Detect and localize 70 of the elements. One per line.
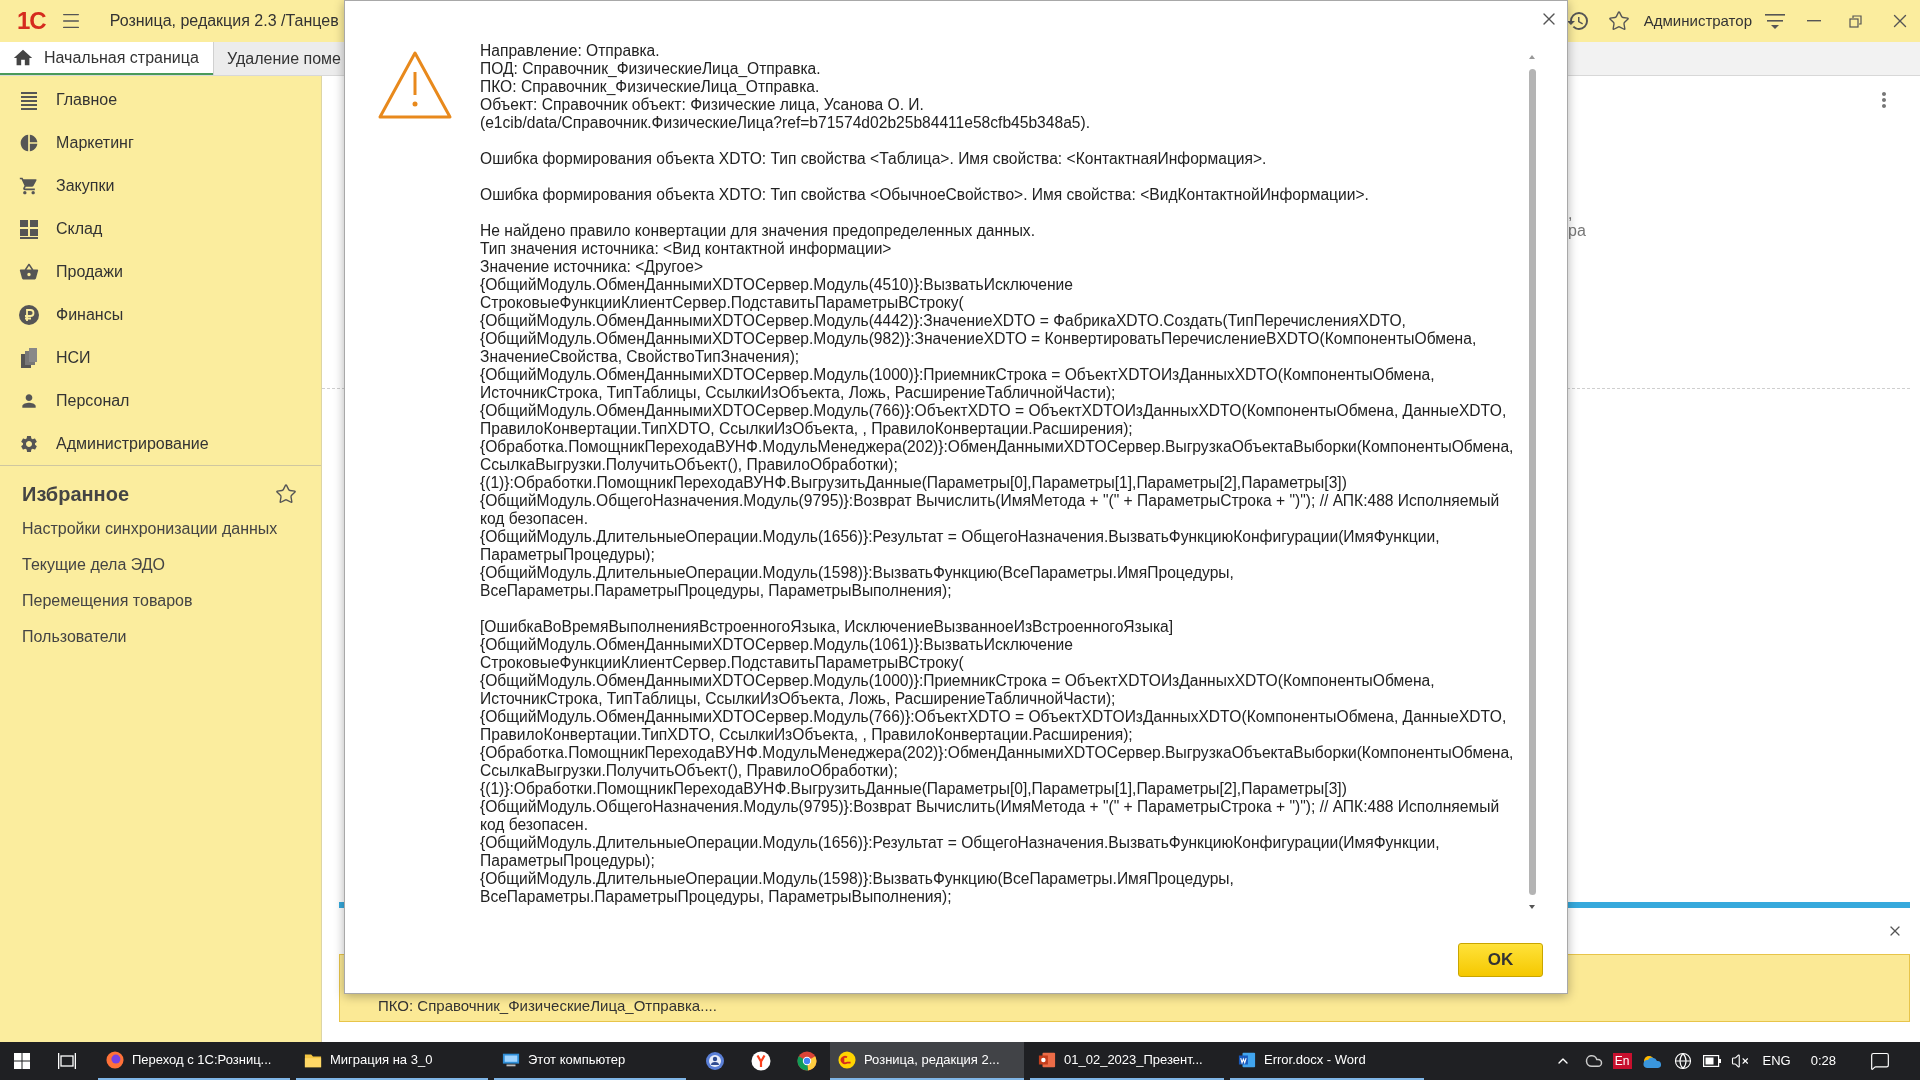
error-message: Направление: Отправка. ПОД: Справочник_ФизическиеЛица_Отправка. ПКО: Справочник_ФизическиеЛица_Отправка. Объект: Справочник объект: Физические лица, Усанова О. И. (e1cib/data/Справочник.ФизическиеЛица?ref=b71574d02b25b84411e58cfb45b348a5). <box>480 42 1090 132</box>
app-logo: 1С <box>17 8 46 34</box>
sidebar-item[interactable]: Закупки <box>0 164 321 207</box>
document-icon <box>1238 1051 1256 1069</box>
restore-icon[interactable] <box>1849 14 1862 28</box>
text-fragment: ра <box>1568 222 1586 239</box>
ruble-coin-icon <box>19 304 39 325</box>
taskbar-window[interactable]: Розница, редакция 2... <box>830 1042 1024 1080</box>
documents-icon <box>19 347 39 368</box>
settings-menu-icon[interactable] <box>1764 12 1786 30</box>
favorite-link[interactable]: Перемещения товаров <box>22 589 193 613</box>
muted-speaker-icon[interactable] <box>1730 1052 1749 1070</box>
sidebar-item[interactable]: Персонал <box>0 379 321 422</box>
cloud-icon[interactable] <box>1641 1053 1662 1069</box>
history-icon[interactable] <box>1565 9 1590 33</box>
sidebar-item[interactable]: Администрирование <box>0 422 321 465</box>
grid-icon <box>19 218 39 239</box>
pie-chart-icon <box>19 132 39 153</box>
task-view-icon <box>58 1053 76 1069</box>
browser-icon[interactable] <box>751 1051 771 1071</box>
notification-icon[interactable] <box>1870 1051 1890 1071</box>
up-arrow-icon[interactable] <box>1529 55 1535 59</box>
sidebar-item[interactable]: Финансы <box>0 293 321 336</box>
taskbar-window[interactable]: Этот компьютер <box>494 1042 686 1080</box>
scrollbar[interactable] <box>1528 55 1536 909</box>
cart-icon <box>19 175 39 196</box>
window-title: Розница, редакция 2.3 /Танцев <box>109 11 339 31</box>
sidebar-item[interactable]: Продажи <box>0 250 321 293</box>
sidebar-item[interactable]: НСИ <box>0 336 321 379</box>
favorites-title: Избранное <box>22 482 129 507</box>
favorite-link[interactable]: Текущие дела ЭДО <box>22 553 166 577</box>
start-icon <box>14 1053 30 1069</box>
list-icon <box>19 89 39 110</box>
error-message: [ОшибкаВоВремяВыполненияВстроенногоЯзыка, ИсключениеВызванноеИзВстроенногоЯзыка] {ОбщийМодуль.ОбменДаннымиXDTOСервер.Модуль(1061)}:ВызватьИсключение СтроковыеФункцииКлиентСервер.ПодставитьПараметрыВСтроку( {ОбщийМодуль.ОбменДаннымиXDTOСервер.Модуль(1000)}:ПриемникСтрока = ОбъектXDTOИзДанныхXDTO(КомпонентыОбмена, ИсточникСтрока, ТипТаблицы, СсылкиИзОбъекта, Ложь, РасширениеТабличнойЧасти); {ОбщийМодуль.ОбменДаннымиXDTOСервер.Модуль(766)}:ОбъектXDTO = ОбъектXDTOИзДанныхXDTO(КомпонентыОбмена, ДанныеXDTO, ПравилоКонвертации.ТипXDTO, СсылкиИзОбъекта, , ПравилоКонвертации.Расширения); {Обработка.ПомощникПереходаВУНФ.МодульМенеджера(202)}:ОбменДаннымиXDTOСервер.ВыгрузкаОбъектаВыборки(КомпонентыОбмена, СсылкаВыгрузки.ПолучитьОбъект(), ПравилоОбработки); {(1)}:Обработки.ПомощникПереходаВУНФ.ВыгрузитьДанные(Параметры[0],Параметры[1],Параметры[2],Параметры[3]) {ОбщийМодуль.ОбщегоНазначения.Модуль(9795)}:Возврат Вычислить(ИмяМетода + "(" + ПараметрыСтрока + ")"); // АПК:488 Исполняемый код безопасен. {ОбщийМодуль.ДлительныеОперации.Модуль(1656)}:Результат = ОбщегоНазначения.ВызватьФункциюКонфигурации(ИмяФункции, ПараметрыПроцедуры); {ОбщийМодуль.ДлительныеОперации.Модуль(1598)}:ВызватьФункцию(ВсеПараметры.ИмяПроцедуры, ВсеПараметры.ПараметрыПроцедуры, ПараметрыВыполнения); <box>480 618 1514 906</box>
text-fragment: , <box>1568 205 1573 222</box>
favorite-link[interactable]: Пользователи <box>22 625 127 649</box>
browser-icon <box>106 1051 124 1069</box>
star-icon[interactable] <box>1607 10 1630 32</box>
globe-icon[interactable] <box>1673 1052 1692 1070</box>
tab[interactable]: Начальная страница <box>0 42 213 75</box>
warning-icon <box>377 50 453 120</box>
browser-icon[interactable] <box>797 1051 817 1071</box>
favorite-link[interactable]: Настройки синхронизации данных <box>22 517 278 541</box>
presentation-icon <box>1038 1051 1056 1069</box>
basket-icon <box>19 261 39 282</box>
sidebar-item[interactable]: Склад <box>0 207 321 250</box>
error-message: Не найдено правило конвертации для значения предопределенных данных. Тип значения источника: <Вид контактной информации> Значение источника: <Другое> {ОбщийМодуль.ОбменДаннымиXDTOСервер.Модуль(4510)}:ВызватьИсключение СтроковыеФункцииКлиентСервер.ПодставитьПараметрыВСтроку( {ОбщийМодуль.ОбменДаннымиXDTOСервер.Модуль(4442)}:ЗначениеXDTO = ФабрикаXDTO.Создать(ТипПеречисленияXDTO, {ОбщийМодуль.ОбменДаннымиXDTOСервер.Модуль(982)}:ЗначениеXDTO = КонвертироватьПеречислениеВXDTO(КомпонентыОбмена, ЗначениеСвойства, СвойствоТипЗначения); {ОбщийМодуль.ОбменДаннымиXDTOСервер.Модуль(1000)}:ПриемникСтрока = ОбъектXDTOИзДанныхXDTO(КомпонентыОбмена, ИсточникСтрока, ТипТаблицы, СсылкиИзОбъекта, Ложь, РасширениеТабличнойЧасти); {ОбщийМодуль.ОбменДаннымиXDTOСервер.Модуль(766)}:ОбъектXDTO = ОбъектXDTOИзДанныхXDTO(КомпонентыОбмена, ДанныеXDTO, ПравилоКонвертации.ТипXDTO, СсылкиИзОбъекта, , ПравилоКонвертации.Расширения); {Обработка.ПомощникПереходаВУНФ.МодульМенеджера(202)}:ОбменДаннымиXDTOСервер.ВыгрузкаОбъектаВыборки(КомпонентыОбмена, СсылкаВыгрузки.ПолучитьОбъект(), ПравилоОбработки); {(1)}:Обработки.ПомощникПереходаВУНФ.ВыгрузитьДанные(Параметры[0],Параметры[1],Параметры[2],Параметры[3]) {ОбщийМодуль.ОбщегоНазначения.Модуль(9795)}:Возврат Вычислить(ИмяМетода + "(" + ПараметрыСтрока + ")"); // АПК:488 Исполняемый код безопасен. {ОбщийМодуль.ДлительныеОперации.Модуль(1656)}:Результат = ОбщегоНазначения.ВызватьФункциюКонфигурации(ИмяФункции, ПараметрыПроцедуры); {ОбщийМодуль.ДлительныеОперации.Модуль(1598)}:ВызватьФункцию(ВсеПараметры.ИмяПроцедуры, ВсеПараметры.ПараметрыПроцедуры, ПараметрыВыполнения); <box>480 222 1514 600</box>
error-message: Ошибка формирования объекта XDTO: Тип свойства <ОбычноеСвойство>. Имя свойства: <ВидКонтактнойИнформации>. <box>480 186 1369 204</box>
cloud-icon[interactable] <box>1584 1052 1603 1070</box>
sidebar-item[interactable]: Маркетинг <box>0 121 321 164</box>
down-arrow-icon[interactable] <box>1529 905 1535 909</box>
app-icon[interactable] <box>705 1051 725 1071</box>
taskbar-window[interactable]: Переход с 1С:Розниц... <box>98 1042 290 1080</box>
sidebar-item[interactable]: Главное <box>0 78 321 121</box>
ok-button[interactable]: OK <box>1458 943 1543 977</box>
input-language-indicator[interactable]: En <box>1612 1053 1632 1069</box>
taskbar-window[interactable]: Error.docx - Word <box>1230 1042 1424 1080</box>
taskbar-window[interactable]: Миграция на 3_0 <box>296 1042 488 1080</box>
taskbar-window[interactable]: 01_02_2023_Презент... <box>1030 1042 1224 1080</box>
error-message: Ошибка формирования объекта XDTO: Тип свойства <Таблица>. Имя свойства: <КонтактнаяИнформация>. <box>480 150 1267 168</box>
message-text: ПКО: Справочник_ФизическиеЛица_Отправка.... <box>378 997 717 1015</box>
gear-icon <box>19 433 39 454</box>
clock-time[interactable]: 0:28 <box>1810 1051 1836 1071</box>
battery-icon[interactable] <box>1702 1055 1721 1067</box>
star-icon[interactable] <box>275 483 297 505</box>
user-name[interactable]: Администратор <box>1643 9 1752 33</box>
language-indicator[interactable]: ENG <box>1762 1051 1791 1071</box>
app-icon <box>838 1051 856 1069</box>
minimize-icon[interactable] <box>1807 20 1821 22</box>
computer-icon <box>502 1051 520 1069</box>
